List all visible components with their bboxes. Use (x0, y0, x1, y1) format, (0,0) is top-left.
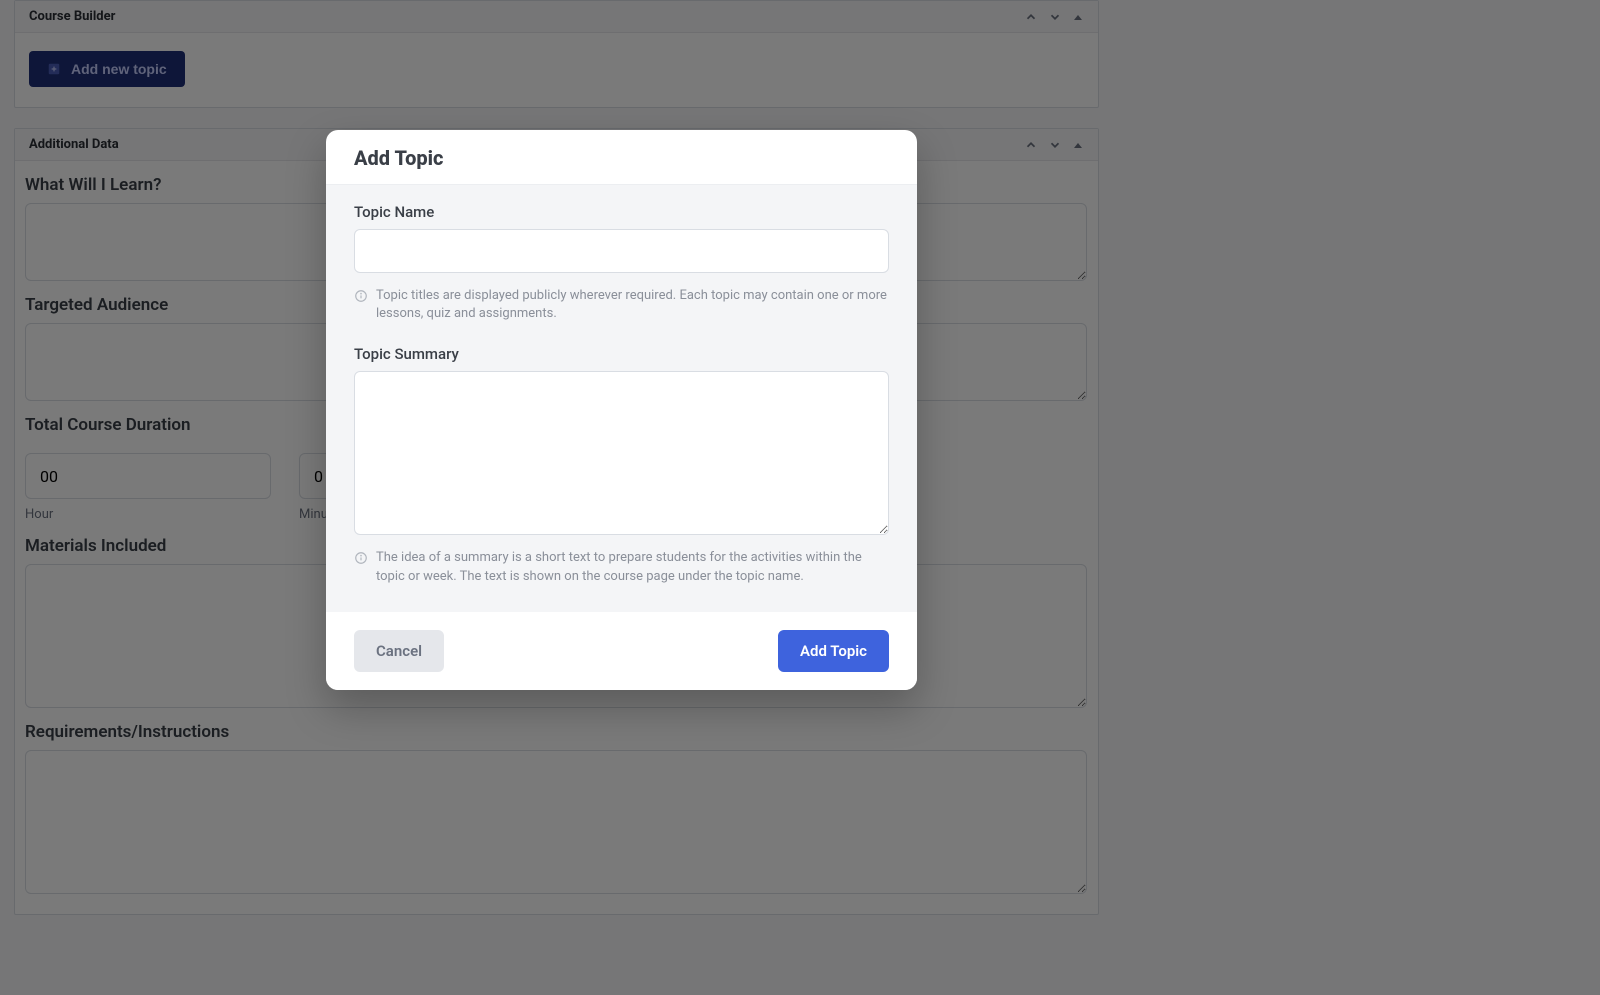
topic-name-hint: Topic titles are displayed publicly wher… (354, 287, 889, 323)
info-icon (354, 549, 368, 565)
modal-footer: Cancel Add Topic (326, 612, 917, 690)
topic-summary-label: Topic Summary (354, 345, 889, 363)
modal-body: Topic Name Topic titles are displayed pu… (326, 185, 917, 612)
add-topic-modal: Add Topic Topic Name Topic titles are di… (326, 130, 917, 690)
modal-title: Add Topic (354, 146, 889, 170)
info-icon (354, 287, 368, 303)
modal-header: Add Topic (326, 130, 917, 185)
topic-name-label: Topic Name (354, 203, 889, 221)
topic-summary-input[interactable] (354, 371, 889, 535)
topic-name-hint-text: Topic titles are displayed publicly wher… (376, 287, 889, 323)
cancel-button[interactable]: Cancel (354, 630, 444, 672)
modal-overlay[interactable]: Add Topic Topic Name Topic titles are di… (0, 0, 1600, 995)
add-topic-button[interactable]: Add Topic (778, 630, 889, 672)
topic-summary-hint: The idea of a summary is a short text to… (354, 549, 889, 585)
topic-name-input[interactable] (354, 229, 889, 273)
topic-summary-hint-text: The idea of a summary is a short text to… (376, 549, 889, 585)
